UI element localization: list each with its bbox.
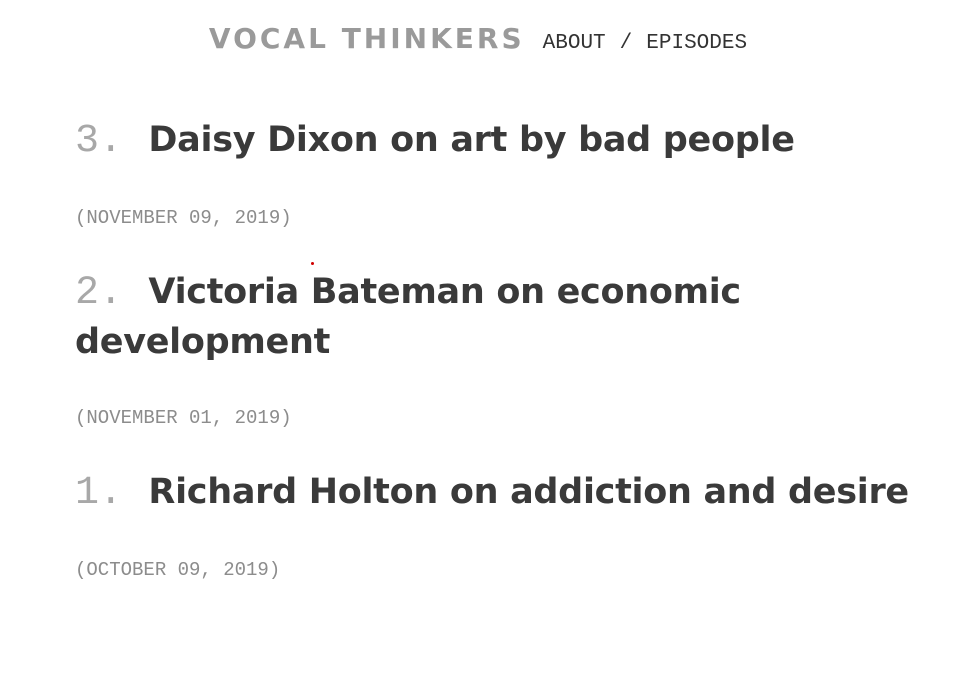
nav-episodes-link[interactable]: EPISODES (646, 32, 747, 55)
episode-heading: 1. Richard Holton on addiction and desire (75, 468, 935, 518)
episode-date: (NOVEMBER 09, 2019) (75, 207, 292, 229)
episode-list: 3. Daisy Dixon on art by bad people (NOVE… (75, 116, 935, 581)
main-nav: ABOUT / EPISODES (543, 32, 747, 55)
episode-title-link[interactable]: Richard Holton on addiction and desire (148, 472, 909, 512)
episode-number: 2. (75, 271, 123, 316)
episode-number: 1. (75, 471, 123, 516)
episode-heading: 3. Daisy Dixon on art by bad people (75, 116, 935, 166)
site-logo-link[interactable]: VOCAL THINKERS (209, 22, 525, 55)
episode-date: (NOVEMBER 01, 2019) (75, 407, 292, 429)
episode-heading: 2. Victoria Bateman on economic developme… (75, 268, 935, 366)
cursor-dot (311, 262, 314, 265)
nav-separator: / (619, 32, 633, 55)
episode-title-link[interactable]: Daisy Dixon on art by bad people (148, 120, 795, 160)
episode-number: 3. (75, 119, 123, 164)
episode-title-link[interactable]: Victoria Bateman on economic development (75, 272, 741, 362)
episode-item: 1. Richard Holton on addiction and desire… (75, 468, 935, 582)
episode-item: 3. Daisy Dixon on art by bad people (NOVE… (75, 116, 935, 230)
nav-about-link[interactable]: ABOUT (543, 32, 606, 55)
episode-date: (OCTOBER 09, 2019) (75, 559, 281, 581)
site-header: VOCAL THINKERS ABOUT / EPISODES (0, 22, 956, 55)
episode-item: 2. Victoria Bateman on economic developme… (75, 268, 935, 430)
